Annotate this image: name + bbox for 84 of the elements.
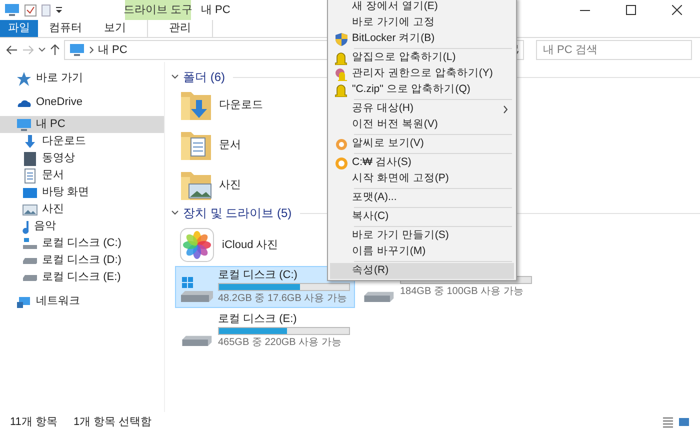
sidebar-item[interactable]: OneDrive [0, 94, 164, 111]
sidebar-item[interactable]: 바로 가기 [0, 70, 164, 87]
menu-item[interactable]: 포맷(A)... [330, 190, 514, 206]
menu-item[interactable]: 속성(R) [330, 263, 514, 279]
menu-item[interactable]: C:₩ 검사(S) [330, 155, 514, 171]
folder-tile[interactable]: 다운로드 [179, 88, 267, 122]
checkbox-icon[interactable] [24, 4, 37, 16]
sidebar-item[interactable]: 로컬 디스크 (C:) [0, 235, 164, 252]
monitor-icon [4, 2, 20, 18]
chevron-down-icon[interactable] [38, 47, 46, 53]
up-arrow-icon[interactable] [50, 44, 60, 56]
sidebar-item[interactable]: 네트워크 [0, 293, 164, 310]
folder-name: 문서 [219, 138, 241, 153]
flower-app-icon [180, 228, 214, 262]
document-icon [22, 168, 38, 184]
menu-item[interactable]: 시작 화면에 고정(P) [330, 171, 514, 187]
maximize-icon [626, 5, 636, 15]
sidebar-item[interactable]: 내 PC [0, 116, 164, 133]
sidebar-item[interactable]: 동영상 [0, 150, 164, 167]
menu-item[interactable]: "C.zip" 으로 압축하기(Q) [330, 82, 514, 98]
device-name: iCloud 사진 [222, 238, 278, 253]
menu-item[interactable]: 알씨로 보기(V) [330, 136, 514, 152]
sidebar-item[interactable]: 문서 [0, 167, 164, 184]
folder-name: 사진 [219, 178, 241, 193]
search-field[interactable]: 내 PC 검색 [536, 40, 692, 60]
chevron-down-icon[interactable] [171, 73, 179, 81]
menu-item[interactable]: 바로 가기에 고정 [330, 15, 514, 31]
drive-tile[interactable]: 로컬 디스크 (E:) 465GB 중 220GB 사용 가능 [175, 310, 355, 352]
bell-icon [335, 84, 347, 96]
menu-item[interactable]: 복사(C) [330, 209, 514, 225]
section-header[interactable]: 장치 및 드라이브 (5) [183, 204, 292, 222]
scan-circle-icon [334, 156, 348, 170]
selection-count: 1개 항목 선택함 [73, 414, 152, 430]
film-icon [22, 150, 38, 166]
folder-tile[interactable]: 사진 [179, 168, 245, 202]
chevron-down-icon[interactable] [171, 209, 179, 217]
sidebar-item[interactable]: 사진 [0, 201, 164, 218]
address-path: 내 PC [98, 42, 128, 58]
back-arrow-icon[interactable] [6, 45, 18, 55]
bell-icon [334, 68, 348, 80]
menu-item[interactable]: 공유 대상(H) [330, 101, 514, 117]
close-icon [672, 5, 682, 15]
free-space-text: 48.2GB 중 17.6GB 사용 가능 [218, 292, 348, 306]
ribbon-tab[interactable]: 관리 [147, 20, 213, 37]
drive-name: 로컬 디스크 (C:) [218, 268, 298, 282]
menu-item[interactable]: 관리자 권한으로 압축하기(Y) [330, 66, 514, 82]
sidebar-item[interactable]: 다운로드 [0, 133, 164, 150]
monitor-icon [69, 42, 85, 58]
ribbon-tab[interactable]: 파일 [0, 20, 38, 37]
menu-item[interactable]: 이전 버전 복원(V) [330, 117, 514, 133]
drive-icon [22, 274, 38, 282]
music-note-icon [22, 220, 30, 234]
free-space-text: 184GB 중 100GB 사용 가능 [400, 285, 524, 299]
free-space-text: 465GB 중 220GB 사용 가능 [218, 336, 342, 350]
download-arrow-icon [22, 134, 38, 150]
shield-icon [334, 32, 348, 46]
chevron-right-icon [89, 46, 94, 54]
monitor-icon [16, 116, 32, 132]
ribbon-tab[interactable]: 보기 [93, 20, 137, 37]
context-tab-header: 드라이브 도구 [125, 0, 191, 20]
dropdown-arrow-icon[interactable] [55, 6, 63, 14]
ribbon-tab[interactable]: 컴퓨터 [38, 20, 93, 37]
picture-icon [22, 202, 38, 218]
menu-item[interactable]: 새 장에서 열기(E) [330, 0, 514, 15]
menu-item[interactable]: 이름 바꾸기(M) [330, 244, 514, 260]
details-view-icon[interactable] [662, 416, 674, 428]
chevron-right-icon [503, 104, 508, 114]
section-header[interactable]: 폴더 (6) [183, 68, 225, 86]
drive-icon [22, 256, 38, 264]
window-title: 내 PC [201, 2, 230, 18]
tiles-view-icon[interactable] [678, 416, 690, 428]
menu-item[interactable]: 바로 가기 만들기(S) [330, 228, 514, 244]
drive-icon [362, 291, 395, 302]
sidebar-item[interactable]: 로컬 디스크 (E:) [0, 269, 164, 286]
drive-icon [22, 236, 38, 252]
folder-name: 다운로드 [219, 98, 263, 113]
bell-icon [335, 52, 347, 64]
folder-tile[interactable]: 문서 [179, 128, 245, 162]
sidebar-item[interactable]: 로컬 디스크 (D:) [0, 252, 164, 269]
sidebar-item[interactable]: 음악 [0, 218, 164, 235]
star-icon [16, 70, 32, 86]
sidebar-item[interactable]: 바탕 화면 [0, 184, 164, 201]
drive-name: 로컬 디스크 (E:) [218, 312, 298, 326]
item-count: 11개 항목 [10, 414, 58, 430]
